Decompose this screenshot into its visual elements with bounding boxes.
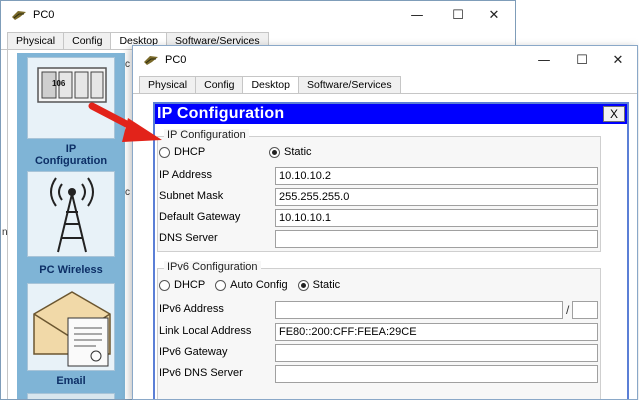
pc-wireless-label[interactable]: PC Wireless [17,264,125,276]
static-label: Static [312,279,341,291]
ipv6-group-legend: IPv6 Configuration [164,261,261,273]
email-icon [33,291,111,367]
clipped-text: c [125,59,130,70]
auto-config-label: Auto Config [230,279,288,291]
ipv6-dhcp-option[interactable]: DHCP [159,279,205,291]
ipv6-gateway-label: IPv6 Gateway [159,346,228,358]
close-button[interactable]: ✕ [604,50,632,72]
static-radio[interactable] [297,279,309,291]
email-app[interactable] [27,283,115,371]
clipped-text: c [125,187,130,198]
ipv6-mode-options: DHCP Auto Config Static [159,279,340,291]
ipv6-auto-config-option[interactable]: Auto Config [215,279,288,291]
ip-tile-number: 106 [52,79,66,88]
ipv4-group-legend: IP Configuration [164,129,249,141]
dhcp-radio[interactable] [159,279,170,291]
prefix-separator: / [566,303,570,317]
next-app-tile[interactable] [27,393,115,399]
ipv6-static-option[interactable]: Static [297,279,341,291]
default-gateway-label: Default Gateway [159,211,241,223]
subnet-mask-input[interactable]: 255.255.255.0 [275,188,598,206]
front-window: PC0 — ☐ ✕ Physical Config Desktop Softwa… [132,45,638,400]
default-gateway-input[interactable]: 10.10.10.1 [275,209,598,227]
tab-software-services[interactable]: Software/Services [298,76,401,93]
email-label[interactable]: Email [17,375,125,387]
tab-physical[interactable]: Physical [139,76,197,93]
back-window-title: PC0 [33,9,55,21]
ipv6-dns-server-input[interactable] [275,365,598,383]
static-radio[interactable] [269,146,280,158]
link-local-address-label: Link Local Address [159,325,252,337]
packet-tracer-icon [12,11,26,20]
ip-address-input[interactable]: 10.10.10.2 [275,167,598,185]
red-arrow-icon [88,102,162,142]
dhcp-label: DHCP [174,146,206,158]
minimize-button[interactable]: — [530,50,558,72]
ip-configuration-panel: IP Configuration X IP Configuration DHCP… [153,102,629,399]
maximize-button[interactable]: ☐ [444,5,472,27]
link-local-address-input[interactable]: FE80::200:CFF:FEEA:29CE [275,323,598,341]
ipv6-address-input[interactable] [275,301,563,319]
clipped-text: n [2,227,8,238]
tab-physical[interactable]: Physical [7,32,65,49]
ip-config-titlebar: IP Configuration X [155,104,627,124]
ipv6-prefix-input[interactable] [572,301,598,319]
ip-app-label-line2[interactable]: Configuration [17,155,125,167]
ipv4-config-group: IP Configuration DHCP Static IP Address … [157,129,601,252]
wireless-antenna-icon [50,177,94,253]
tab-config[interactable]: Config [63,32,112,49]
front-titlebar[interactable]: PC0 — ☐ ✕ [133,46,637,76]
ip-config-close-button[interactable]: X [603,106,625,122]
maximize-button[interactable]: ☐ [568,50,596,72]
static-label: Static [284,146,312,158]
close-button[interactable]: ✕ [480,5,508,27]
ipv4-dhcp-option[interactable]: DHCP [159,146,269,158]
ip-config-title: IP Configuration [157,105,285,122]
ipv6-gateway-input[interactable] [275,344,598,362]
ipv4-static-option[interactable]: Static [269,146,312,158]
tab-config[interactable]: Config [195,76,244,93]
dns-server-label: DNS Server [159,232,218,244]
tab-desktop[interactable]: Desktop [242,76,299,94]
ip-address-label: IP Address [159,169,212,181]
dns-server-input[interactable] [275,230,598,248]
minimize-button[interactable]: — [403,5,431,27]
auto-config-radio[interactable] [215,279,227,291]
front-window-title: PC0 [165,54,187,66]
back-titlebar[interactable]: PC0 — ☐ ✕ [1,1,515,31]
packet-tracer-icon [144,56,158,65]
dhcp-label: DHCP [174,279,206,291]
subnet-mask-label: Subnet Mask [159,190,224,202]
ipv6-address-label: IPv6 Address [159,303,224,315]
dhcp-radio[interactable] [159,146,170,158]
pc-wireless-app[interactable] [27,171,115,257]
ipv6-config-group: IPv6 Configuration DHCP Auto Config Stat… [157,261,601,399]
ipv6-dns-server-label: IPv6 DNS Server [159,367,243,379]
ipv4-mode-options: DHCP Static [159,146,312,158]
front-tab-bar: Physical Config Desktop Software/Service… [139,76,401,94]
